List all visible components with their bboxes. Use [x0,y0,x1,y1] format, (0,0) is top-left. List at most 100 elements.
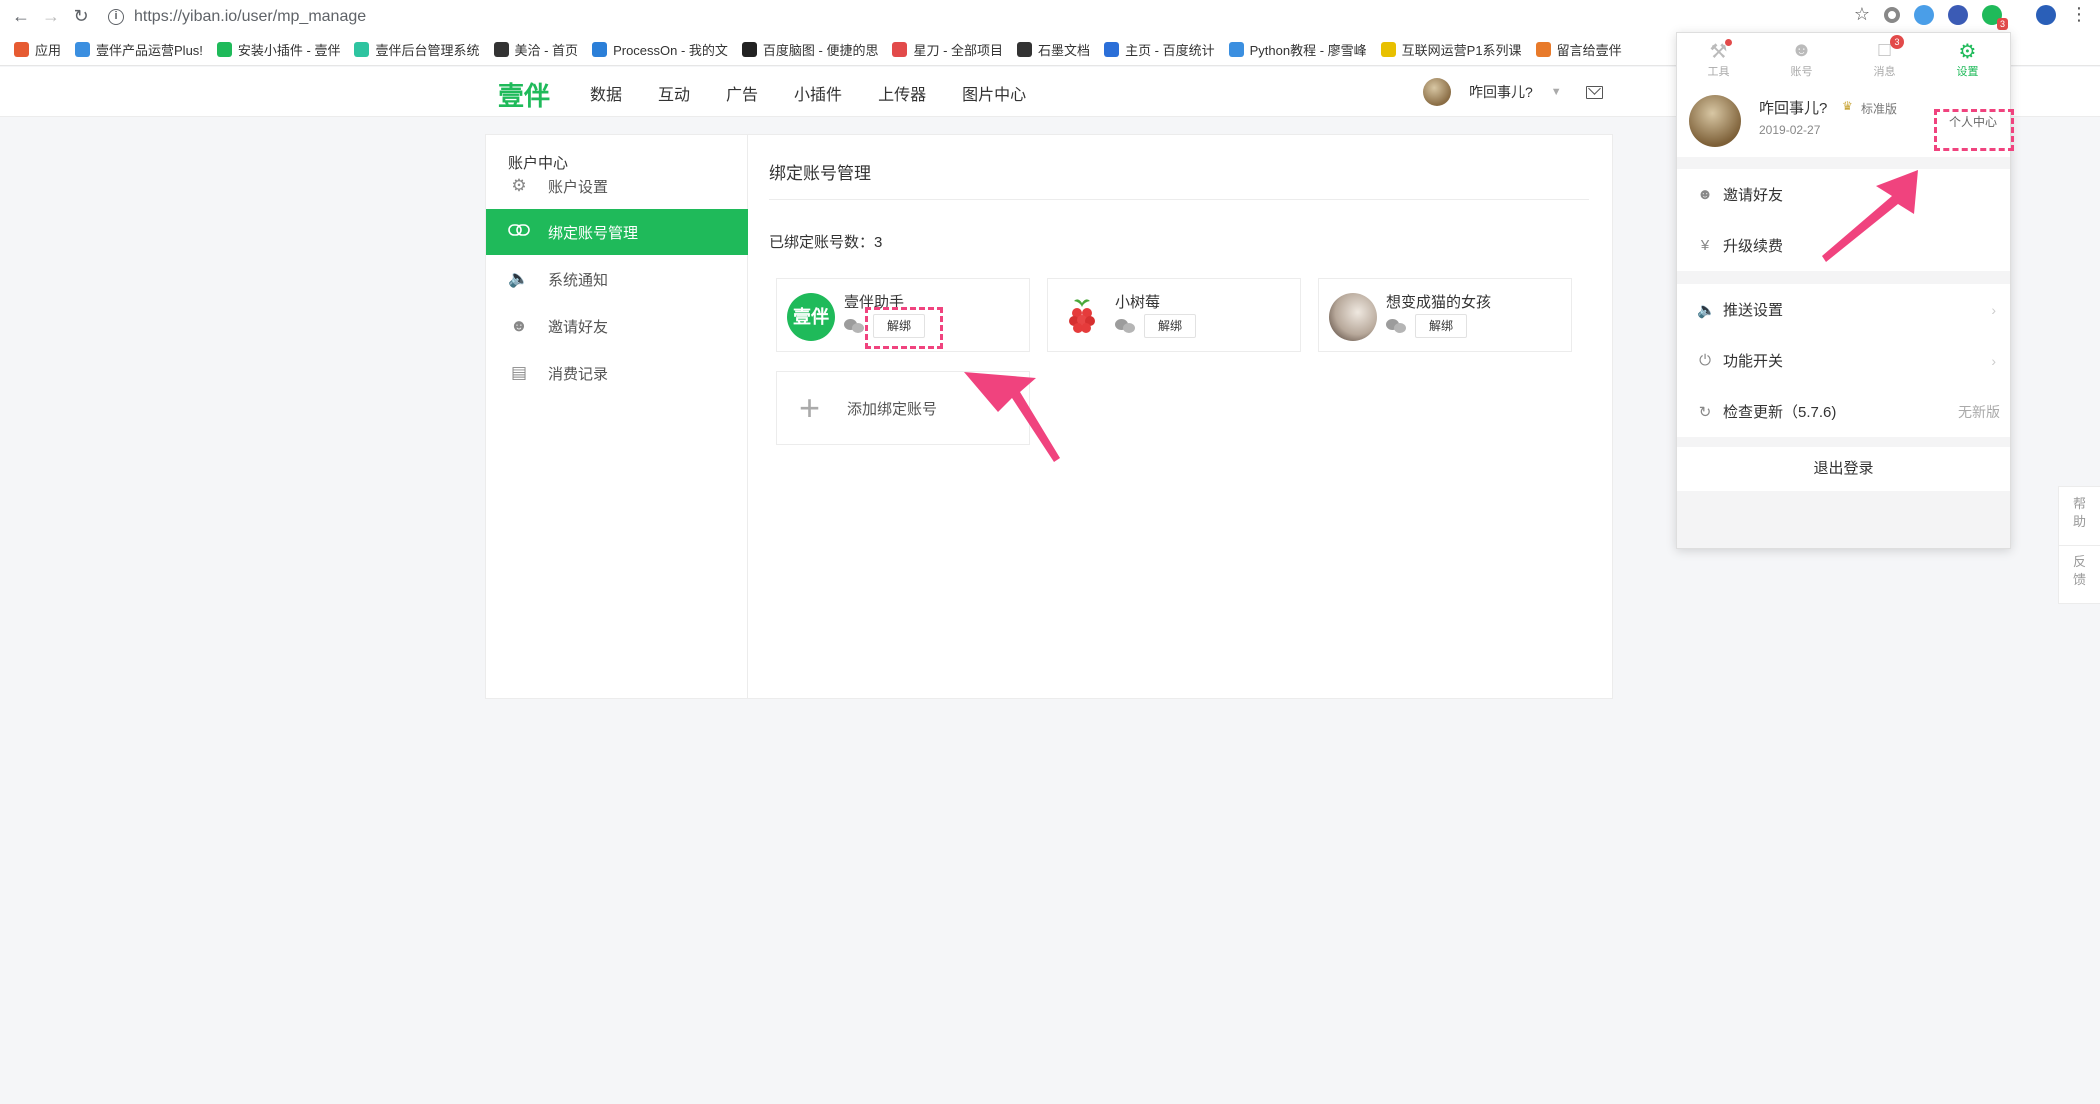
logout-button[interactable]: 退出登录 [1677,447,2010,491]
link-icon-svg [508,224,530,236]
feedback-button[interactable]: 反馈 [2073,553,2087,589]
menu-icon[interactable]: ⋮ [2070,4,2088,25]
bookmark-item[interactable]: 安装小插件 - 壹伴 [216,40,340,59]
bookmark-label: 互联网运营P1系列课 [1401,42,1522,58]
chevron-right-icon: › [1991,352,1996,369]
account-card: 想变成猫的女孩 解绑 [1318,278,1572,352]
crown-icon: ♛ [1842,99,1853,113]
tab-settings[interactable]: ⚙ 设置 [1926,33,2009,89]
bookmark-item[interactable]: 应用 [14,40,61,59]
raspberry-icon [1069,299,1095,333]
nav-image-center[interactable]: 图片中心 [962,81,1026,105]
refresh-icon: ↻ [1698,403,1712,421]
bookmark-label: ProcessOn - 我的文 [613,42,728,58]
highlight-box [865,307,943,349]
header-username[interactable]: 咋回事儿? [1469,82,1533,102]
bookmark-item[interactable]: 星刀 - 全部项目 [892,40,1003,59]
sidebar-item-invite-friends[interactable]: ☻ 邀请好友 [486,303,748,349]
bookmark-item[interactable]: 留言给壹伴 [1535,40,1622,59]
url-field[interactable]: i https://yiban.io/user/mp_manage [108,3,1868,30]
star-icon[interactable]: ☆ [1854,4,1870,25]
nav-interaction[interactable]: 互动 [658,81,690,105]
sidebar-item-consumption-records[interactable]: ▤ 消费记录 [486,350,748,396]
record-extension-icon[interactable] [1884,6,1900,23]
bookmark-item[interactable]: 百度脑图 - 便捷的思 [741,40,879,59]
tab-messages[interactable]: □ 3 消息 [1843,33,1926,89]
bookmark-favicon-icon [1535,41,1551,57]
power-icon: ⏻ [1699,352,1711,369]
help-button[interactable]: 帮助 [2073,495,2087,531]
yiban-extension-icon[interactable]: 3 [1982,4,2008,30]
message-icon: □ [1878,39,1891,61]
bookmark-item[interactable]: 壹伴产品运营Plus! [75,40,203,59]
content-area: 绑定账号管理 已绑定账号数：3 壹伴 壹伴助手 解绑 小树莓 解绑 想变成猫的女… [749,135,1612,698]
bookmark-item[interactable]: 互联网运营P1系列课 [1380,40,1522,59]
avatar[interactable] [1423,78,1451,106]
nav-data[interactable]: 数据 [590,81,622,105]
nav-uploader[interactable]: 上传器 [878,81,926,105]
add-bound-account-label: 添加绑定账号 [847,400,938,418]
forward-icon[interactable]: → [36,6,66,27]
bird-extension-icon[interactable] [1914,4,1934,25]
account-avatar: 壹伴 [787,293,835,341]
bookmark-item[interactable]: 主页 - 百度统计 [1104,40,1215,59]
browser-address-bar: ← → ↻ i https://yiban.io/user/mp_manage … [0,0,2100,33]
menu-item-check-update[interactable]: ↻ 检查更新（5.7.6) 无新版 [1677,386,2010,437]
menu-item-feature-toggle[interactable]: ⏻ 功能开关 › [1677,335,2010,386]
unbind-button[interactable]: 解绑 [1415,314,1467,338]
chevron-down-icon[interactable]: ▼ [1551,86,1562,98]
sidebar-item-label: 消费记录 [548,365,609,383]
bookmark-favicon-icon [892,41,908,57]
bookmark-label: 留言给壹伴 [1556,42,1622,58]
nav-ads[interactable]: 广告 [726,81,758,105]
bookmark-favicon-icon [592,41,608,57]
bookmark-item[interactable]: ProcessOn - 我的文 [592,40,728,59]
account-name: 小树莓 [1115,294,1161,311]
bookmark-label: 星刀 - 全部项目 [913,42,1004,58]
site-logo[interactable]: 壹伴 [498,76,550,113]
unbind-button[interactable]: 解绑 [1144,314,1196,338]
sidebar-item-account-settings[interactable]: ⚙ 账户设置 [486,163,748,209]
menu-item-label: 升级续费 [1723,238,1784,255]
bookmark-favicon-icon [1380,41,1396,57]
menu-item-label: 邀请好友 [1723,187,1784,204]
info-icon[interactable]: i [108,8,124,25]
menu-item-push-settings[interactable]: 🔈 推送设置 › [1677,284,2010,335]
tab-account[interactable]: ☻ 账号 [1760,33,1843,89]
github-extension-icon[interactable] [1948,4,1968,25]
bookmark-label: 百度脑图 - 便捷的思 [762,42,879,58]
notification-dot [1725,39,1732,46]
help-feedback-tab: 帮助 反馈 [2058,486,2100,604]
tab-label: 工具 [1707,66,1730,78]
bookmark-item[interactable]: 石墨文档 [1017,40,1090,59]
header-user-menu[interactable]: 咋回事儿? ▼ [1423,78,1603,106]
back-icon[interactable]: ← [6,6,36,27]
user-dropdown-menu: ⚒ 工具 ☻ 账号 □ 3 消息 ⚙ 设置 咋回事儿? ♛ 标准版 2019-0… [1676,32,2014,549]
speaker-icon: 🔈 [1697,301,1716,319]
bookmark-item[interactable]: 壹伴后台管理系统 [354,40,480,59]
bookmark-item[interactable]: Python教程 - 廖雪峰 [1228,40,1367,59]
sidebar-item-system-notice[interactable]: 🔈 系统通知 [486,256,748,302]
reload-icon[interactable]: ↻ [66,6,96,27]
account-center-panel: 账户中心 ⚙ 账户设置 绑定账号管理 🔈 系统通知 ☻ 邀请好友 ▤ 消费记录 … [485,134,1613,699]
bookmark-favicon-icon [1017,41,1033,57]
tab-tools[interactable]: ⚒ 工具 [1677,33,1760,89]
sidebar-item-bound-accounts[interactable]: 绑定账号管理 [486,209,748,255]
extension-badge: 3 [1996,17,2008,30]
gear-icon: ⚙ [511,176,527,195]
bookmark-item[interactable]: 美洽 - 首页 [493,40,578,59]
menu-item-upgrade[interactable]: ¥ 升级续费 [1677,220,2010,271]
dropdown-group-a: ☻ 邀请好友 ¥ 升级续费 [1677,169,2010,271]
sidebar-item-label: 邀请好友 [548,318,609,336]
sidebar: 账户中心 ⚙ 账户设置 绑定账号管理 🔈 系统通知 ☻ 邀请好友 ▤ 消费记录 [486,135,748,698]
bookmark-favicon-icon [75,41,91,57]
menu-item-invite-friends[interactable]: ☻ 邀请好友 [1677,169,2010,220]
extension-bar: ☆ 3 ⋮ [1854,4,2088,30]
avatar[interactable] [1689,95,1741,147]
link-icon [508,221,530,243]
mail-icon[interactable] [1585,85,1603,99]
nav-plugins[interactable]: 小插件 [794,81,842,105]
add-bound-account-button[interactable]: + 添加绑定账号 [776,371,1030,445]
divider [769,199,1589,200]
translate-extension-icon[interactable] [2036,4,2056,25]
